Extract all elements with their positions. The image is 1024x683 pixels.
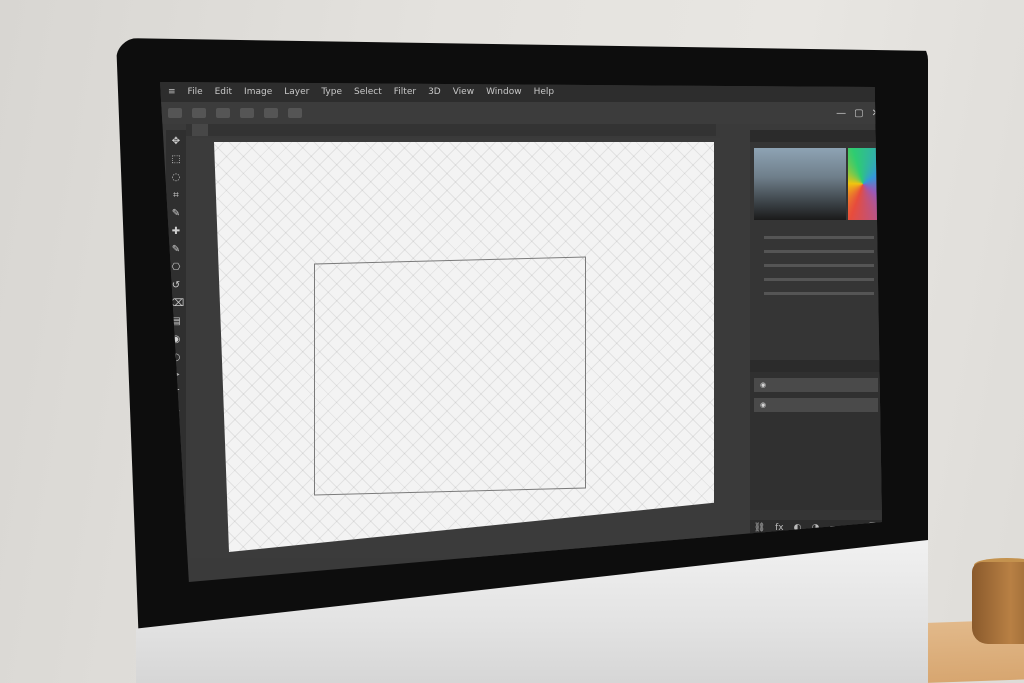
property-slider[interactable] <box>764 291 874 295</box>
option-control[interactable] <box>168 108 182 118</box>
property-row[interactable] <box>758 286 874 300</box>
layer-row[interactable]: ◉ <box>754 378 878 392</box>
document-canvas[interactable] <box>214 142 714 552</box>
marquee-icon[interactable]: ⬚ <box>170 154 182 166</box>
right-panels: ◉ ◉ ⛓fx◐◑▭＋🗑 <box>750 130 882 570</box>
coffee-cup <box>972 562 1024 644</box>
move-icon[interactable]: ✥ <box>170 136 182 148</box>
eyedropper-icon[interactable]: ✎ <box>170 208 182 220</box>
option-control[interactable] <box>264 108 278 118</box>
properties-panel <box>750 226 882 304</box>
heal-icon[interactable]: ✚ <box>170 226 182 238</box>
option-control[interactable] <box>288 108 302 118</box>
eye-icon[interactable]: ◉ <box>760 381 766 389</box>
menu-item[interactable]: Edit <box>215 87 232 97</box>
menu-item[interactable]: File <box>188 87 203 97</box>
menu-item[interactable]: 3D <box>428 87 441 97</box>
hue-ramp[interactable] <box>848 148 878 220</box>
document-tab[interactable] <box>192 124 208 136</box>
document-tab-bar <box>186 124 716 136</box>
screen: ≡ File Edit Image Layer Type Select Filter 3D Vie… <box>160 82 882 582</box>
layers-panel-title[interactable] <box>750 360 882 372</box>
property-slider[interactable] <box>764 263 874 267</box>
menu-item[interactable]: Help <box>534 87 555 97</box>
lasso-icon[interactable]: ◌ <box>170 172 182 184</box>
property-row[interactable] <box>758 244 874 258</box>
maximize-icon[interactable]: ▢ <box>854 108 863 119</box>
property-slider[interactable] <box>764 277 874 281</box>
menu-item[interactable]: View <box>453 87 474 97</box>
minimize-icon[interactable]: — <box>836 108 846 119</box>
color-panel-title[interactable] <box>750 130 882 142</box>
color-picker <box>750 142 882 226</box>
menu-item[interactable]: Filter <box>394 87 416 97</box>
menu-item[interactable]: Window <box>486 87 522 97</box>
menu-item[interactable]: Layer <box>284 87 309 97</box>
crop-icon[interactable]: ⌗ <box>170 190 182 202</box>
app-menu-icon[interactable]: ≡ <box>168 87 176 97</box>
brush-icon[interactable]: ✎ <box>170 244 182 256</box>
option-control[interactable] <box>240 108 254 118</box>
layer-row[interactable]: ◉ <box>754 398 878 412</box>
menu-item[interactable]: Type <box>321 87 342 97</box>
property-row[interactable] <box>758 258 874 272</box>
stamp-icon[interactable]: ⎔ <box>170 262 182 274</box>
color-field[interactable] <box>754 148 846 220</box>
property-slider[interactable] <box>764 249 874 253</box>
property-row[interactable] <box>758 272 874 286</box>
marquee-selection[interactable] <box>314 256 586 496</box>
eye-icon[interactable]: ◉ <box>760 401 766 409</box>
link-icon[interactable]: ⛓ <box>754 523 765 533</box>
menu-item[interactable]: Image <box>244 87 272 97</box>
options-bar: —▢✕ <box>160 102 882 124</box>
option-control[interactable] <box>192 108 206 118</box>
canvas-area <box>190 138 720 558</box>
layers-panel: ◉ ◉ <box>750 360 882 510</box>
property-row[interactable] <box>758 230 874 244</box>
window-controls: —▢✕ <box>836 108 880 119</box>
property-slider[interactable] <box>764 235 874 239</box>
option-control[interactable] <box>216 108 230 118</box>
menu-item[interactable]: Select <box>354 87 382 97</box>
